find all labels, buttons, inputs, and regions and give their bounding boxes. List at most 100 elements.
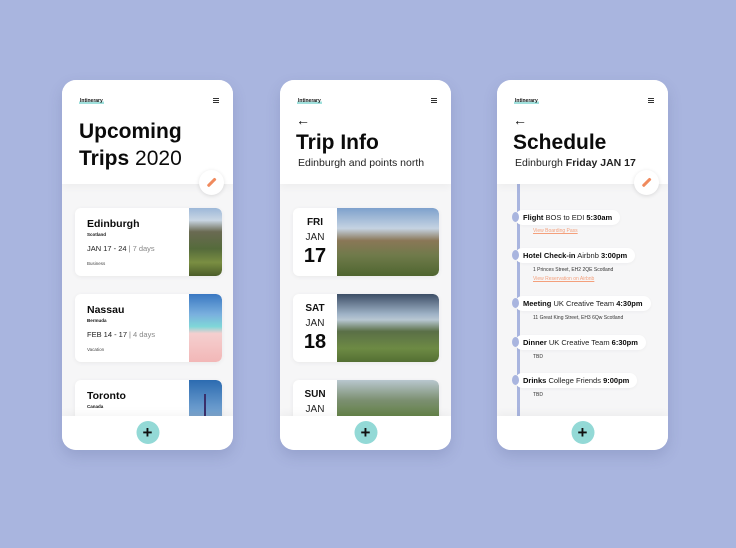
page-title: Schedule — [513, 131, 607, 154]
footer: + — [62, 416, 233, 450]
day-photo — [337, 208, 439, 276]
title-line-2: Trips — [79, 147, 130, 170]
event-desc: College Friends — [548, 376, 601, 385]
event-desc: BOS to EDI — [545, 213, 585, 222]
trip-dates: FEB 14 - 17 | 4 days — [87, 330, 155, 339]
header: Intinerary ← Trip Info Edinburgh and poi… — [280, 80, 451, 184]
separator: | — [129, 330, 131, 339]
event-time: 3:00pm — [600, 251, 628, 260]
event-location: TBD — [533, 354, 543, 360]
trip-card-edinburgh[interactable]: Edinburgh Scotland JAN 17 - 24 | 7 days Bu… — [75, 208, 222, 276]
event-type: Dinner — [523, 338, 547, 347]
event-address: 11 Great King Street, EH3 6Qw Scotland — [533, 315, 624, 321]
event-type: Hotel Check-in — [523, 251, 576, 260]
boarding-pass-link[interactable]: View Boarding Pass — [533, 228, 662, 234]
event-desc: UK Creative Team — [553, 299, 615, 308]
event-time: 9:00pm — [603, 376, 630, 385]
app-brand: Intinerary — [297, 98, 322, 104]
trip-card-toronto[interactable]: Toronto Canada — [75, 380, 222, 416]
schedule-screen: Intinerary ← Schedule Edinburgh Friday J… — [497, 80, 668, 450]
upcoming-trips-screen: Intinerary Upcoming Trips 2020 Edinburgh… — [62, 80, 233, 450]
event-type: Meeting — [523, 299, 552, 308]
plus-icon: + — [577, 423, 588, 442]
trip-thumbnail — [189, 294, 222, 362]
day-number: 17 — [303, 245, 327, 267]
edit-button[interactable] — [634, 170, 659, 195]
day-of-week: SAT — [305, 303, 325, 314]
event-dinner[interactable]: Dinner UK Creative Team 6:30pm TBD — [512, 332, 662, 360]
app-brand: Intinerary — [514, 98, 539, 104]
event-pill: Meeting UK Creative Team 4:30pm — [512, 296, 651, 311]
day-month: JAN — [305, 318, 325, 329]
add-button[interactable]: + — [571, 421, 594, 444]
schedule-timeline: Flight BOS to EDI 5:30am View Boarding P… — [497, 184, 668, 416]
page-subtitle: Edinburgh Friday JAN 17 — [515, 157, 636, 169]
app-brand: Intinerary — [79, 98, 104, 104]
event-desc: UK Creative Team — [548, 338, 610, 347]
plus-icon: + — [360, 423, 371, 442]
event-drinks[interactable]: Drinks College Friends 9:00pm TBD — [511, 370, 662, 398]
event-pill: Hotel Check-in Airbnb 3:00pm — [511, 248, 636, 263]
trip-list: Edinburgh Scotland JAN 17 - 24 | 7 days Bu… — [62, 184, 233, 416]
event-time: 6:30pm — [611, 338, 638, 347]
subtitle-date: Friday JAN 17 — [565, 157, 636, 169]
event-location: TBD — [533, 392, 543, 398]
trip-type: Business — [87, 261, 106, 266]
pencil-icon — [206, 177, 217, 188]
add-button[interactable]: + — [136, 421, 159, 444]
plus-icon: + — [142, 423, 153, 442]
event-flight[interactable]: Flight BOS to EDI 5:30am View Boarding P… — [511, 207, 662, 234]
cn-tower-graphic — [204, 394, 206, 416]
trip-duration: 4 days — [132, 330, 156, 339]
day-card-fri[interactable]: FRI JAN 17 — [293, 208, 439, 276]
title-year: 2020 — [135, 147, 182, 170]
day-list: FRI JAN 17 SAT JAN 18 SUN JAN — [280, 184, 451, 416]
trip-thumbnail — [189, 208, 222, 276]
subtitle-city: Edinburgh — [515, 157, 563, 169]
event-pill: Drinks College Friends 9:00pm — [511, 373, 638, 388]
trip-city: Nassau — [87, 304, 125, 316]
trip-country: Canada — [87, 404, 104, 409]
trip-duration: 7 days — [132, 244, 155, 253]
day-photo — [337, 380, 439, 416]
event-meeting[interactable]: Meeting UK Creative Team 4:30pm 11 Great… — [512, 293, 662, 321]
day-number: 18 — [303, 331, 327, 353]
day-card-sun[interactable]: SUN JAN — [293, 380, 439, 416]
event-type: Drinks — [523, 376, 547, 385]
trip-thumbnail — [189, 380, 222, 416]
reservation-link[interactable]: View Reservation on Airbnb — [533, 276, 662, 282]
event-address: 1 Princes Street, EH2 2QE Scotland — [533, 267, 614, 273]
trip-date-range: FEB 14 - 17 — [87, 330, 128, 339]
trip-city: Toronto — [87, 390, 126, 402]
back-arrow-icon[interactable]: ← — [513, 113, 527, 127]
add-button[interactable]: + — [354, 421, 377, 444]
event-time: 5:30am — [586, 213, 613, 222]
pencil-icon — [641, 177, 652, 188]
day-card-sat[interactable]: SAT JAN 18 — [293, 294, 439, 362]
event-hotel[interactable]: Hotel Check-in Airbnb 3:00pm 1 Princes S… — [511, 245, 662, 282]
menu-icon[interactable] — [648, 98, 654, 103]
trip-card-nassau[interactable]: Nassau Bermuda FEB 14 - 17 | 4 days Vacati… — [75, 294, 222, 362]
page-subtitle: Edinburgh and points north — [298, 157, 425, 169]
menu-icon[interactable] — [213, 98, 219, 103]
event-desc: Airbnb — [577, 251, 599, 260]
trip-country: Scotland — [87, 232, 107, 237]
page-title: Upcoming Trips 2020 — [79, 118, 182, 172]
footer: + — [497, 416, 668, 450]
header: Intinerary Upcoming Trips 2020 — [62, 80, 233, 184]
event-pill: Dinner UK Creative Team 6:30pm — [512, 335, 646, 350]
separator: | — [128, 244, 131, 253]
trip-dates: JAN 17 - 24 | 7 days — [87, 244, 155, 253]
event-pill: Flight BOS to EDI 5:30am — [511, 210, 621, 225]
header: Intinerary ← Schedule Edinburgh Friday J… — [497, 80, 668, 184]
day-of-week: SUN — [304, 389, 326, 400]
day-photo — [337, 294, 439, 362]
event-time: 4:30pm — [616, 299, 643, 308]
trip-type: Vacation — [87, 347, 105, 352]
menu-icon[interactable] — [431, 98, 437, 103]
trip-country: Bermuda — [87, 318, 107, 323]
day-month: JAN — [305, 404, 325, 415]
back-arrow-icon[interactable]: ← — [296, 113, 310, 127]
edit-button[interactable] — [199, 170, 224, 195]
footer: + — [280, 416, 451, 450]
